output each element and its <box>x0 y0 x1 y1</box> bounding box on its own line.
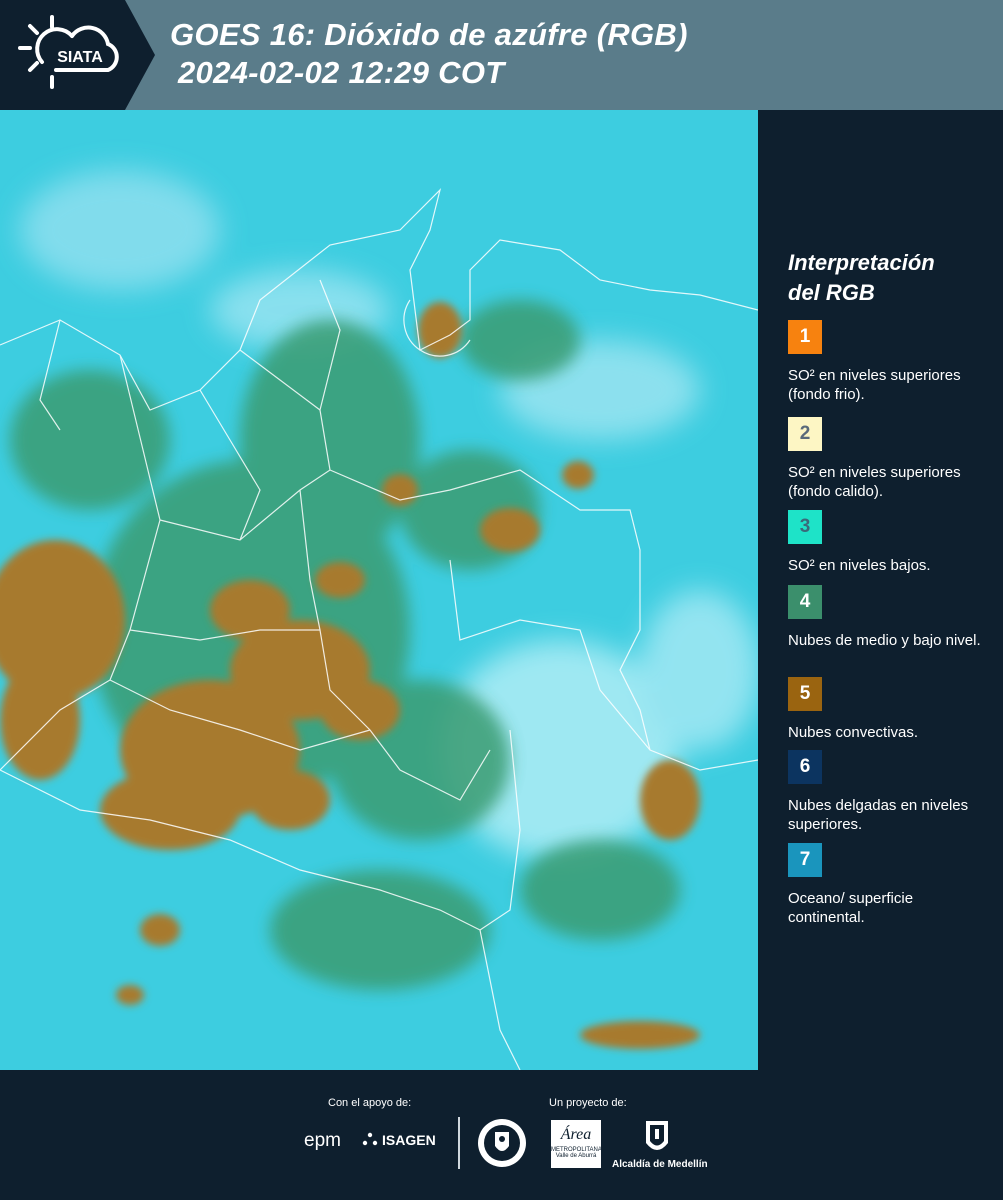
legend-swatch-6: 6 <box>788 750 822 784</box>
area-logo-line-2: Valle de Aburrá <box>555 1153 597 1159</box>
logo-text: SIATA <box>57 49 103 66</box>
legend-swatch-1: 1 <box>788 320 822 354</box>
legend-item-4: 4 Nubes de medio y bajo nivel. <box>788 585 993 650</box>
legend-item-6: 6 Nubes delgadas en niveles superiores. <box>788 750 993 834</box>
epm-logo: epm <box>304 1130 341 1152</box>
page-title: GOES 16: Dióxido de azúfre (RGB) 2024-02… <box>170 16 688 92</box>
legend-text-7: Oceano/ superficie continental. <box>788 890 914 926</box>
legend-item-3: 3 SO² en niveles bajos. <box>788 510 993 575</box>
legend-swatch-3: 3 <box>788 510 822 544</box>
project-label: Un proyecto de: <box>549 1097 627 1109</box>
legend-swatch-2: 2 <box>788 417 822 451</box>
footer-divider <box>458 1117 460 1169</box>
title-line-2: 2024-02-02 12:29 COT <box>178 55 505 90</box>
legend-swatch-5: 5 <box>788 677 822 711</box>
area-logo-script: Área <box>560 1126 592 1143</box>
legend-item-2: 2 SO² en niveles superiores (fondo calid… <box>788 417 993 501</box>
siata-logo: SIATA <box>18 15 119 89</box>
alcaldia-shield-icon <box>646 1121 668 1150</box>
legend-title-line-2: del RGB <box>788 280 875 305</box>
isagen-logo: ISAGEN <box>362 1132 436 1148</box>
legend-item-5: 5 Nubes convectivas. <box>788 677 993 742</box>
legend-title-line-1: Interpretación <box>788 250 935 275</box>
support-label: Con el apoyo de: <box>328 1097 412 1109</box>
legend-item-1: 1 SO² en niveles superiores (fondo frio)… <box>788 320 993 404</box>
legend-text-4: Nubes de medio y bajo nivel. <box>788 632 981 649</box>
legend-text-1: SO² en niveles superiores (fondo frio). <box>788 367 961 403</box>
header-bar: SIATA GOES 16: Dióxido de azúfre (RGB) 2… <box>0 0 1003 110</box>
legend-text-2: SO² en niveles superiores (fondo calido)… <box>788 464 961 500</box>
satellite-map[interactable] <box>0 110 758 1070</box>
isagen-logo-text: ISAGEN <box>382 1132 436 1148</box>
legend-panel: Interpretación del RGB 1 SO² en niveles … <box>760 110 1003 1070</box>
footer-bar: Con el apoyo de: Un proyecto de: epm ISA… <box>0 1070 1003 1200</box>
area-metropolitana-logo: Área METROPOLITANA Valle de Aburrá <box>551 1120 602 1168</box>
alcaldia-logo-text: Alcaldía de Medellín <box>612 1159 708 1170</box>
epm-logo-text: epm <box>304 1130 341 1151</box>
legend-title: Interpretación del RGB <box>788 248 935 308</box>
legend-text-3: SO² en niveles bajos. <box>788 557 931 574</box>
legend-swatch-7: 7 <box>788 843 822 877</box>
isagen-icon <box>362 1132 378 1146</box>
title-line-1: GOES 16: Dióxido de azúfre (RGB) <box>170 17 688 52</box>
legend-text-5: Nubes convectivas. <box>788 724 919 741</box>
legend-swatch-4: 4 <box>788 585 822 619</box>
medellin-seal-icon <box>478 1119 526 1167</box>
legend-text-6: Nubes delgadas en niveles superiores. <box>788 797 969 833</box>
legend-item-7: 7 Oceano/ superficie continental. <box>788 843 993 927</box>
rgb-composite-image <box>0 110 758 1070</box>
